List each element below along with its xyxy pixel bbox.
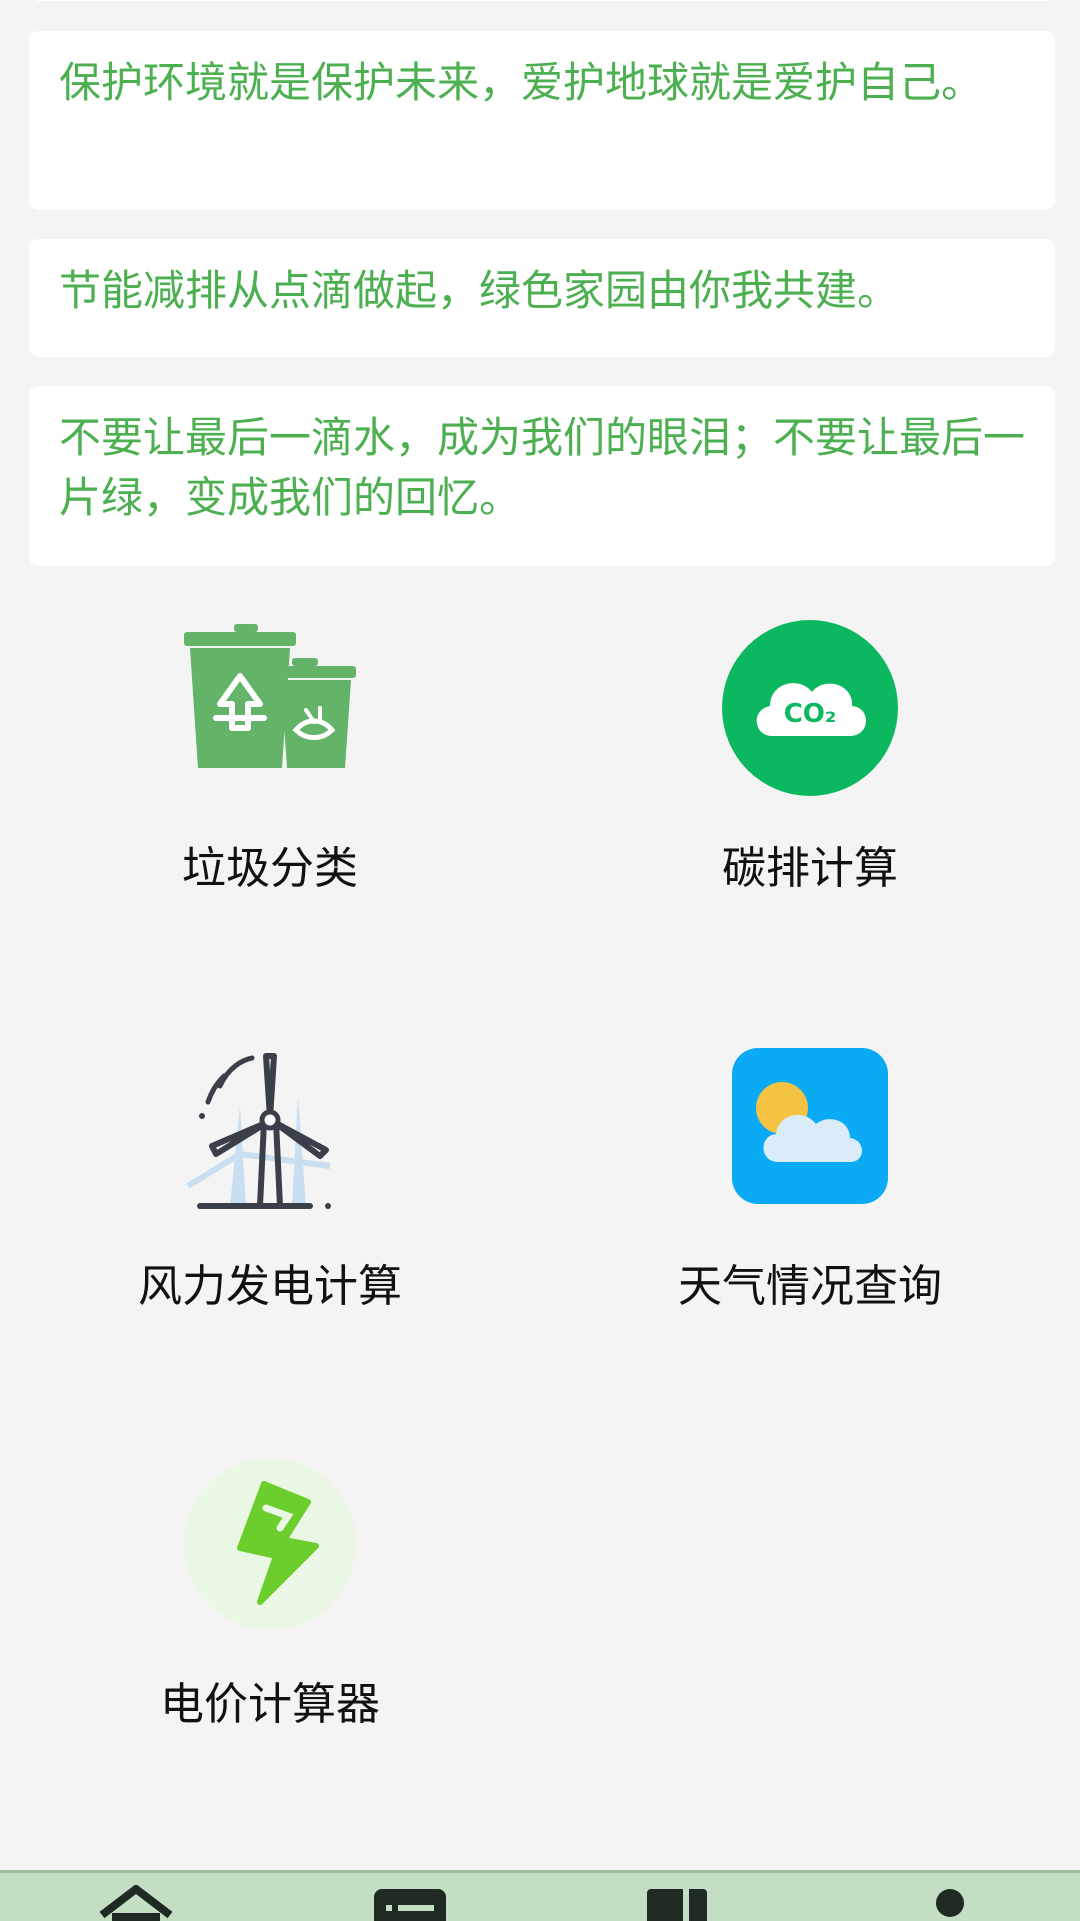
slogan-text: 保护环境就是保护未来，爱护地球就是爱护自己。 xyxy=(59,58,984,107)
feature-label: 电价计算器 xyxy=(160,1679,380,1730)
trash-bins-icon xyxy=(180,618,360,798)
lightning-icon xyxy=(180,1454,360,1634)
list-icon xyxy=(374,1889,446,1921)
feature-wind-power-calc[interactable]: 风力发电计算 xyxy=(0,1036,540,1314)
feature-weather-query[interactable]: 天气情况查询 xyxy=(540,1036,1080,1314)
feature-label: 风力发电计算 xyxy=(138,1261,402,1312)
slogan-text: 节能减排从点滴做起，绿色家园由你我共建。 xyxy=(59,266,900,315)
weather-icon xyxy=(720,1036,900,1216)
home-icon xyxy=(99,1885,173,1921)
feature-label: 碳排计算 xyxy=(722,843,898,894)
feature-carbon-calc[interactable]: CO₂ 碳排计算 xyxy=(540,618,1080,896)
user-icon xyxy=(936,1889,964,1917)
co2-cloud-icon: CO₂ xyxy=(720,618,900,798)
bottom-tab-bar xyxy=(0,1870,1080,1921)
co2-text: CO₂ xyxy=(784,699,837,729)
feature-label: 天气情况查询 xyxy=(678,1261,942,1312)
slogan-text: 不要让最后一滴水，成为我们的眼泪；不要让最后一片绿，变成我们的回忆。 xyxy=(59,413,1026,522)
book-icon xyxy=(647,1889,707,1921)
tab-user[interactable] xyxy=(920,1885,1000,1921)
feature-garbage-sorting[interactable]: 垃圾分类 xyxy=(0,618,540,896)
feature-label: 垃圾分类 xyxy=(182,843,358,894)
slogan-card: 不要让最后一滴水，成为我们的眼泪；不要让最后一片绿，变成我们的回忆。 xyxy=(29,386,1055,566)
feature-electricity-price-calc[interactable]: 电价计算器 xyxy=(0,1454,540,1732)
wind-turbine-icon xyxy=(180,1036,360,1216)
previous-card-edge xyxy=(29,0,1055,1)
slogan-card: 保护环境就是保护未来，爱护地球就是爱护自己。 xyxy=(29,31,1055,210)
tab-home[interactable] xyxy=(96,1885,176,1921)
slogan-card: 节能减排从点滴做起，绿色家园由你我共建。 xyxy=(29,239,1055,357)
tab-book[interactable] xyxy=(645,1885,725,1921)
tab-list[interactable] xyxy=(370,1885,450,1921)
